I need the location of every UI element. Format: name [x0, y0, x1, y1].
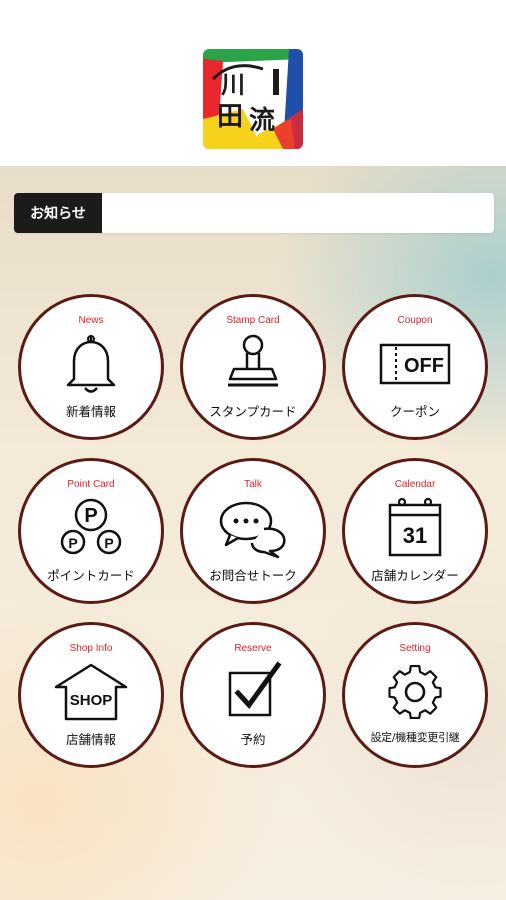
menu-shop-info-en-label: Shop Info: [69, 643, 113, 654]
checkbox-icon: [228, 661, 282, 717]
logo-char-2: 田: [217, 102, 243, 132]
menu-stamp-card-label: スタンプカード: [209, 404, 297, 419]
news-ticker[interactable]: お知らせ: [14, 193, 494, 233]
shop-icon-text: SHOP: [70, 692, 113, 709]
menu-setting-en-label: Setting: [399, 643, 431, 654]
point-card-icon: P P P: [60, 498, 122, 555]
shop-icon: SHOP: [54, 663, 128, 721]
menu-coupon-label: クーポン: [389, 404, 440, 419]
gear-icon: [388, 664, 442, 720]
point-icon-text-left: P: [68, 535, 77, 551]
menu-calendar-en-label: Calendar: [394, 479, 436, 490]
menu-coupon-en-label: Coupon: [397, 315, 433, 326]
stamp-icon: [228, 334, 278, 387]
menu-shop-info-button[interactable]: Shop Info SHOP 店舗情報: [18, 622, 164, 768]
menu-news-label: 新着情報: [65, 404, 116, 419]
app-header: 川 田 流: [0, 0, 506, 166]
menu-news-button[interactable]: News 新着情報: [18, 294, 164, 440]
bell-icon: [66, 335, 116, 393]
menu-talk-button[interactable]: Talk お問合せトーク: [180, 458, 326, 604]
menu-news-en-label: News: [78, 315, 104, 326]
coupon-icon-text: OFF: [404, 355, 444, 377]
point-icon-text-main: P: [84, 505, 97, 527]
coupon-icon: OFF: [379, 343, 451, 385]
calendar-icon-text: 31: [403, 523, 427, 548]
logo-graphic: 川 田 流: [203, 49, 303, 149]
menu-coupon-button[interactable]: Coupon OFF クーポン: [342, 294, 488, 440]
chat-bubbles-icon: [219, 501, 286, 559]
menu-point-card-button[interactable]: Point Card P P P ポイントカード: [18, 458, 164, 604]
menu-reserve-label: 予約: [240, 732, 266, 747]
menu-point-card-label: ポイントカード: [47, 568, 135, 583]
logo-char-1: 川: [221, 70, 245, 99]
menu-talk-label: お問合せトーク: [209, 568, 297, 583]
logo-char-3: 流: [249, 106, 275, 136]
news-text: [112, 193, 484, 233]
menu-shop-info-label: 店舗情報: [65, 732, 116, 747]
shop-logo-icon: 川 田 流: [203, 49, 303, 149]
menu-stamp-card-en-label: Stamp Card: [226, 315, 280, 326]
menu-point-card-en-label: Point Card: [67, 479, 115, 490]
point-icon-text-right: P: [104, 535, 113, 551]
menu-setting-label: 設定/機種変更引継: [370, 731, 460, 744]
menu-calendar-button[interactable]: Calendar 31 店舗カレンダー: [342, 458, 488, 604]
menu-reserve-en-label: Reserve: [234, 643, 272, 654]
menu-talk-en-label: Talk: [244, 479, 262, 490]
menu-setting-button[interactable]: Setting 設定/機種変更引継: [342, 622, 488, 768]
menu-calendar-label: 店舗カレンダー: [371, 568, 459, 583]
menu-reserve-button[interactable]: Reserve 予約: [180, 622, 326, 768]
calendar-icon: 31: [388, 497, 442, 557]
menu-stamp-card-button[interactable]: Stamp Card スタンプカード: [180, 294, 326, 440]
news-label: お知らせ: [14, 193, 102, 233]
